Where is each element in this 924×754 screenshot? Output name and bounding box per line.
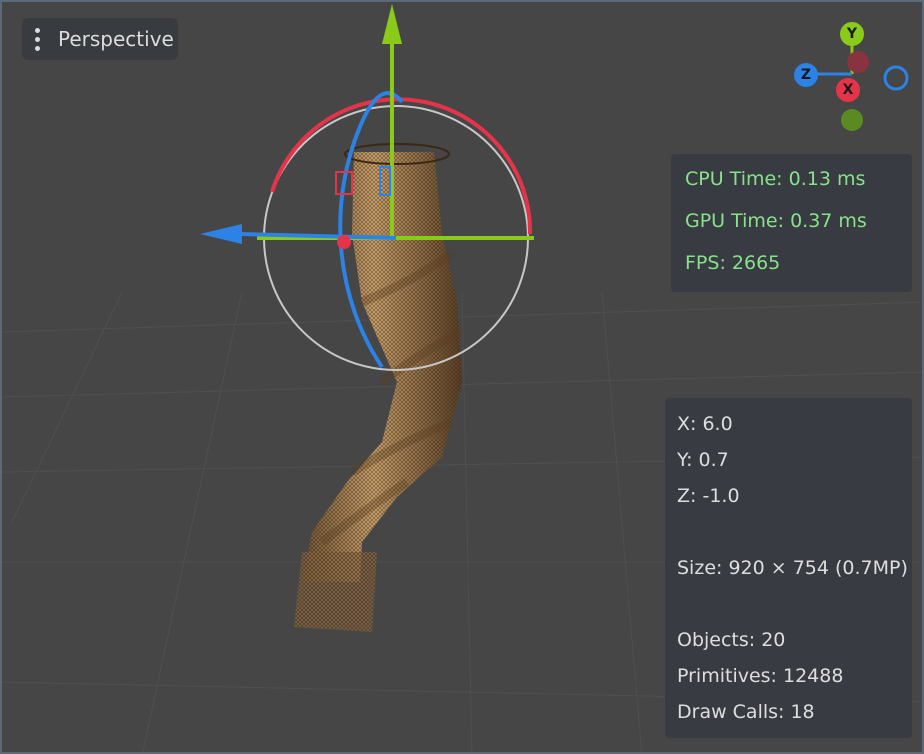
objects-count: Objects: 20 [677, 629, 786, 651]
position-x: X: 6.0 [677, 413, 733, 435]
performance-panel: CPU Time: 0.13 ms GPU Time: 0.37 ms FPS:… [671, 154, 912, 292]
axis-x-icon[interactable]: X [836, 78, 860, 102]
cpu-time: CPU Time: 0.13 ms [685, 168, 866, 190]
kebab-menu-icon [22, 27, 52, 51]
draw-calls-count: Draw Calls: 18 [677, 701, 815, 723]
3d-viewport[interactable]: Perspective Y Z X CPU Time: 0.13 ms GPU … [0, 0, 924, 754]
viewport-size: Size: 920 × 754 (0.7MP) [677, 557, 908, 579]
axis-navigation-gizmo[interactable]: Y Z X [788, 18, 916, 138]
info-panel: X: 6.0 Y: 0.7 Z: -1.0 Size: 920 × 754 (0… [665, 398, 912, 738]
axis-y-icon[interactable]: Y [840, 22, 864, 46]
gpu-time: GPU Time: 0.37 ms [685, 210, 867, 232]
fps-readout: FPS: 2665 [685, 252, 781, 274]
primitives-count: Primitives: 12488 [677, 665, 844, 687]
view-menu-label: Perspective [58, 27, 174, 51]
axis-z-icon[interactable]: Z [794, 63, 818, 87]
position-z: Z: -1.0 [677, 485, 740, 507]
position-y: Y: 0.7 [677, 449, 729, 471]
view-menu-button[interactable]: Perspective [22, 18, 178, 60]
